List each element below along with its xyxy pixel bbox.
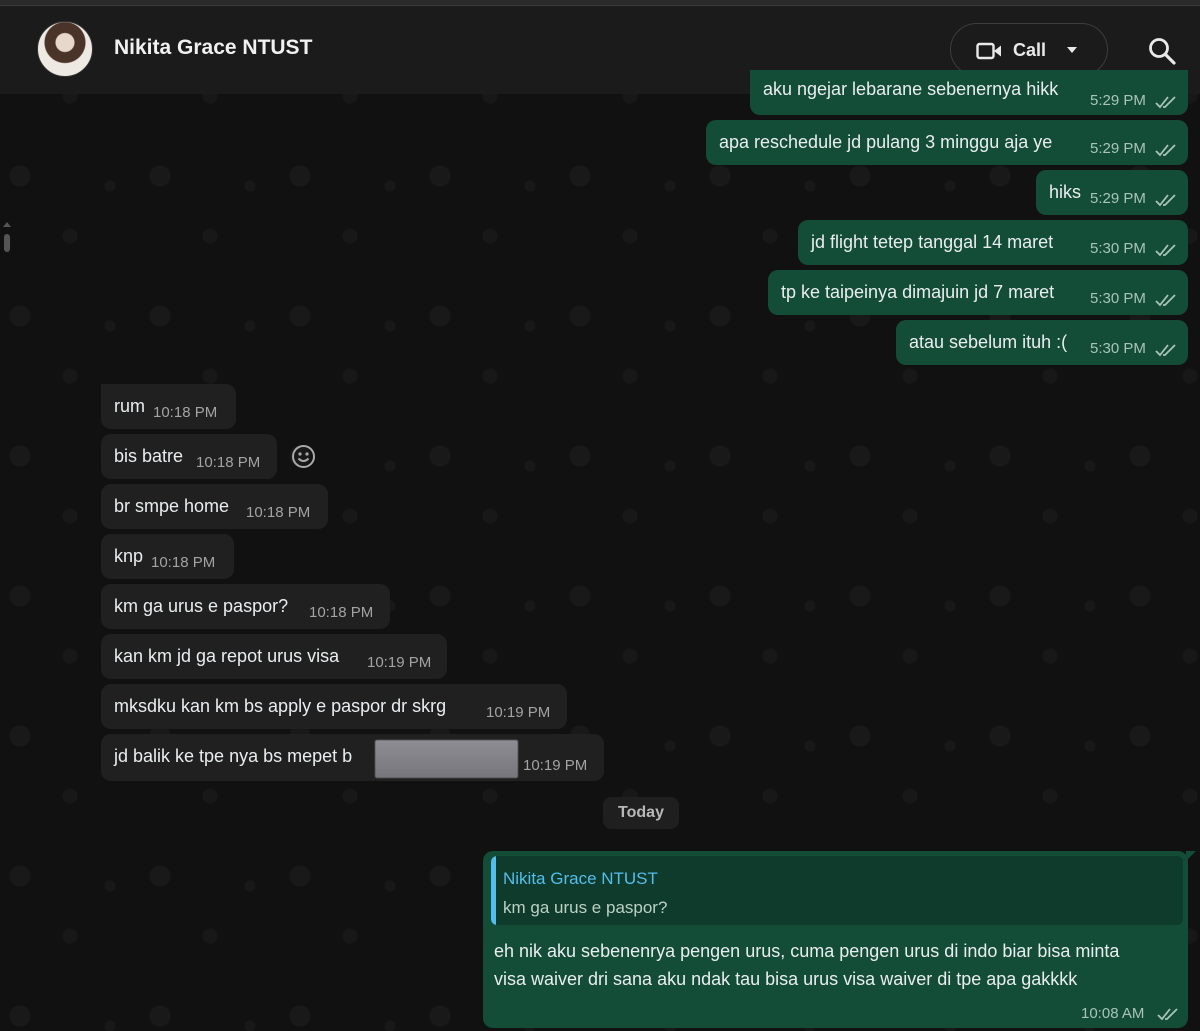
- double-check-icon: [1157, 1008, 1178, 1021]
- contact-name[interactable]: Nikita Grace NTUST: [114, 36, 312, 60]
- double-check-icon: [1155, 294, 1176, 307]
- message-text: jd flight tetep tanggal 14 maret: [811, 232, 1054, 252]
- message-out[interactable]: tp ke taipeinya dimajuin jd 7 maret 5:30…: [768, 270, 1188, 315]
- message-out[interactable]: hiks 5:29 PM: [1036, 170, 1188, 215]
- message-time: 10:08 AM: [1081, 1005, 1145, 1022]
- message-time: 5:29 PM: [1090, 92, 1146, 109]
- message-text: apa reschedule jd pulang 3 minggu aja ye: [719, 132, 1053, 152]
- double-check-icon: [1155, 96, 1176, 109]
- message-time: 10:18 PM: [309, 604, 374, 621]
- message-time: 10:19 PM: [486, 704, 551, 721]
- message-text: bis batre: [114, 446, 184, 466]
- message-in[interactable]: knp 10:18 PM: [101, 534, 234, 579]
- message-in[interactable]: jd balik ke tpe nya bs mepet b 10:19 PM: [101, 734, 604, 781]
- message-text: kan km jd ga repot urus visa: [114, 646, 340, 666]
- message-time: 10:18 PM: [196, 454, 261, 471]
- chevron-down-icon[interactable]: [1066, 46, 1078, 54]
- double-check-icon: [1155, 194, 1176, 207]
- message-in[interactable]: km ga urus e paspor? 10:18 PM: [101, 584, 390, 629]
- call-label: Call: [1013, 40, 1047, 60]
- message-text: eh nik aku sebenenrya pengen urus, cuma …: [494, 941, 1120, 989]
- message-text: mksdku kan km bs apply e paspor dr skrg: [114, 696, 447, 716]
- message-time: 5:29 PM: [1090, 140, 1146, 157]
- message-text: knp: [114, 546, 144, 566]
- bubble-tail: [1186, 851, 1196, 861]
- scrollbar-handle[interactable]: [3, 222, 11, 252]
- message-text: km ga urus e paspor?: [114, 596, 289, 616]
- message-in[interactable]: rum 10:18 PM: [101, 384, 236, 429]
- message-time: 5:30 PM: [1090, 290, 1146, 307]
- double-check-icon: [1155, 244, 1176, 257]
- message-out[interactable]: atau sebelum ituh :( 5:30 PM: [896, 320, 1188, 365]
- message-time: 10:19 PM: [523, 757, 588, 774]
- reply-message[interactable]: Nikita Grace NTUST km ga urus e paspor? …: [483, 851, 1196, 1028]
- message-out[interactable]: jd flight tetep tanggal 14 maret 5:30 PM: [798, 220, 1188, 265]
- double-check-icon: [1155, 344, 1176, 357]
- double-check-icon: [1155, 144, 1176, 157]
- redaction-block: [375, 740, 518, 778]
- quoted-text: km ga urus e paspor?: [503, 898, 668, 917]
- message-in[interactable]: bis batre 10:18 PM: [101, 434, 277, 479]
- video-camera-icon: [976, 42, 1001, 60]
- search-icon[interactable]: [1148, 37, 1176, 65]
- message-text: aku ngejar lebarane sebenernya hikk: [763, 79, 1059, 99]
- message-in[interactable]: br smpe home 10:18 PM: [101, 484, 328, 529]
- message-text: tp ke taipeinya dimajuin jd 7 maret: [781, 282, 1055, 302]
- message-text: atau sebelum ituh :(: [909, 332, 1068, 352]
- message-time: 10:19 PM: [367, 654, 432, 671]
- quoted-message[interactable]: Nikita Grace NTUST km ga urus e paspor?: [491, 856, 1183, 925]
- smiley-icon[interactable]: [291, 444, 316, 469]
- call-button[interactable]: Call: [950, 23, 1108, 76]
- message-in[interactable]: mksdku kan km bs apply e paspor dr skrg …: [101, 684, 567, 729]
- message-out[interactable]: aku ngejar lebarane sebenernya hikk 5:29…: [750, 70, 1188, 115]
- message-in[interactable]: kan km jd ga repot urus visa 10:19 PM: [101, 634, 447, 679]
- quote-accent-bar: [491, 856, 496, 925]
- message-text: rum: [114, 396, 145, 416]
- message-text: hiks: [1049, 182, 1082, 202]
- date-separator: Today: [603, 797, 679, 829]
- message-time: 10:18 PM: [246, 504, 311, 521]
- message-time: 5:29 PM: [1090, 190, 1146, 207]
- message-time: 10:18 PM: [153, 404, 218, 421]
- message-time: 5:30 PM: [1090, 240, 1146, 257]
- quoted-sender: Nikita Grace NTUST: [503, 869, 658, 888]
- avatar[interactable]: [37, 21, 93, 77]
- message-text: jd balik ke tpe nya bs mepet b: [114, 746, 353, 766]
- message-out[interactable]: apa reschedule jd pulang 3 minggu aja ye…: [706, 120, 1188, 165]
- message-time: 10:18 PM: [151, 554, 216, 571]
- message-text: br smpe home: [114, 496, 230, 516]
- message-time: 5:30 PM: [1090, 340, 1146, 357]
